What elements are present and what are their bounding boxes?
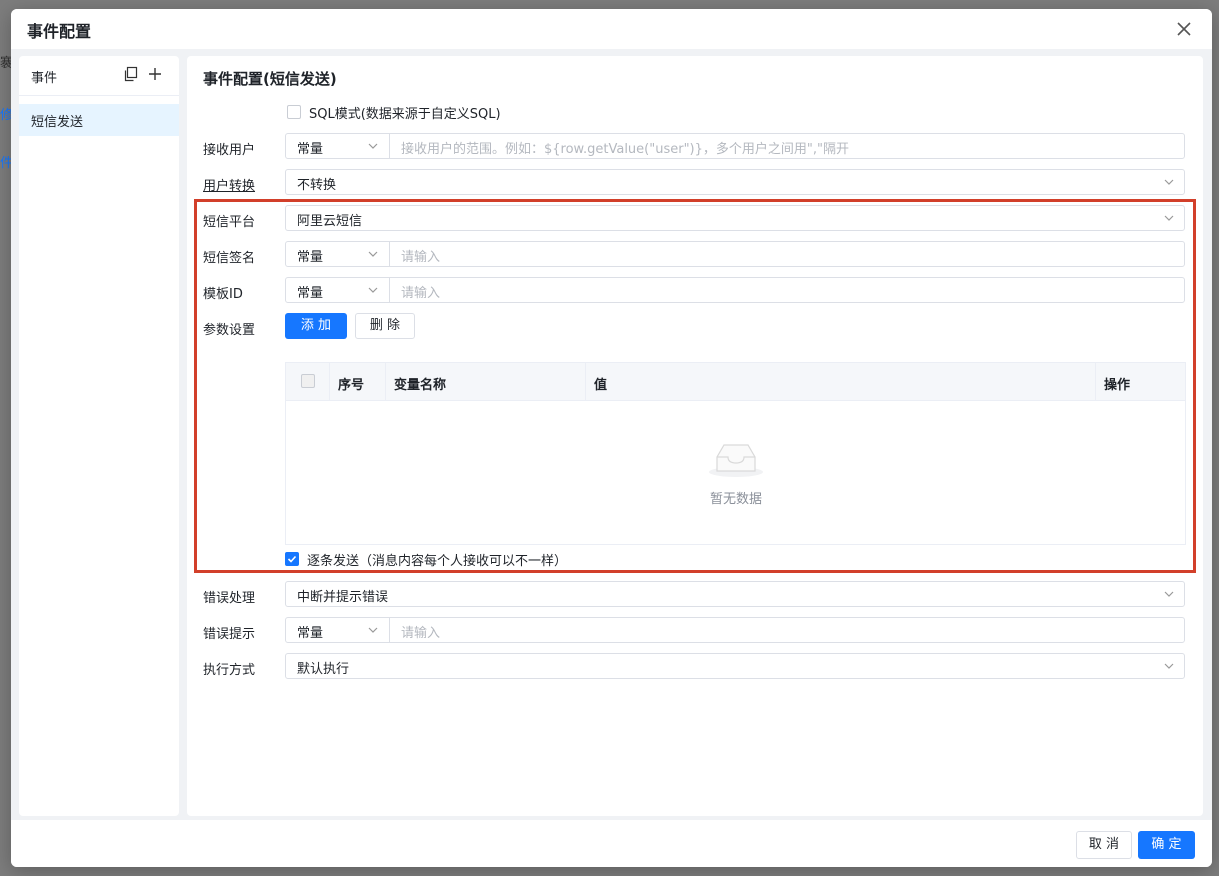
add-param-button[interactable]: 添 加 <box>285 313 347 339</box>
dialog-footer: 取 消 确 定 <box>11 820 1212 867</box>
template-id-input[interactable]: 请输入 <box>401 282 440 301</box>
receive-user-field: 常量 接收用户的范围。例如：${row.getValue("user")}，多个… <box>285 133 1185 159</box>
sql-mode-checkbox[interactable] <box>287 105 301 119</box>
event-config-form: 事件配置(短信发送) SQL模式(数据来源于自定义SQL) 接收用户 常量 接收… <box>187 56 1203 816</box>
cancel-button[interactable]: 取 消 <box>1076 831 1132 859</box>
sms-sign-type-value: 常量 <box>297 250 324 265</box>
event-list-header: 事件 <box>19 56 179 96</box>
column-divider <box>385 363 386 400</box>
column-header-actions: 操作 <box>1104 378 1131 393</box>
params-table-header: 序号 变量名称 值 操作 <box>286 363 1185 401</box>
error-prompt-input[interactable]: 请输入 <box>401 622 440 641</box>
exec-mode-label: 执行方式 <box>203 663 256 678</box>
error-prompt-type-select[interactable]: 常量 <box>286 618 390 642</box>
chevron-down-icon <box>1164 215 1174 221</box>
error-prompt-field: 常量 请输入 <box>285 617 1185 643</box>
event-list-title: 事件 <box>31 71 58 86</box>
event-config-dialog: 事件配置 事件 短信发送 事件配置(短信发送) SQL模式(数据来源于自定义SQ… <box>11 9 1212 867</box>
template-id-type-select[interactable]: 常量 <box>286 278 390 302</box>
chevron-down-icon <box>1164 591 1174 597</box>
chevron-down-icon <box>1164 179 1174 185</box>
error-handling-value: 中断并提示错误 <box>297 590 389 605</box>
user-convert-label: 用户转换 <box>203 179 256 194</box>
sql-mode-label: SQL模式(数据来源于自定义SQL) <box>309 107 501 122</box>
dialog-header: 事件配置 <box>11 9 1212 49</box>
sms-sign-type-select[interactable]: 常量 <box>286 242 390 266</box>
template-id-label: 模板ID <box>203 287 243 302</box>
confirm-button[interactable]: 确 定 <box>1138 831 1195 859</box>
select-all-checkbox[interactable] <box>301 374 315 388</box>
receive-user-label: 接收用户 <box>203 143 256 158</box>
user-convert-value: 不转换 <box>297 178 337 193</box>
send-one-by-one-label: 逐条发送（消息内容每个人接收可以不一样） <box>307 554 568 569</box>
sms-platform-select[interactable]: 阿里云短信 <box>285 205 1185 231</box>
column-divider <box>1095 363 1096 400</box>
chevron-down-icon <box>368 143 378 149</box>
column-divider <box>585 363 586 400</box>
form-section-title: 事件配置(短信发送) <box>203 70 337 88</box>
event-list-panel: 事件 短信发送 <box>19 56 179 816</box>
column-header-value: 值 <box>594 378 608 393</box>
exec-mode-select[interactable]: 默认执行 <box>285 653 1185 679</box>
params-label: 参数设置 <box>203 323 256 338</box>
sms-sign-field: 常量 请输入 <box>285 241 1185 267</box>
chevron-down-icon <box>1164 663 1174 669</box>
column-header-variable-name: 变量名称 <box>394 378 447 393</box>
error-handling-select[interactable]: 中断并提示错误 <box>285 581 1185 607</box>
sms-platform-value: 阿里云短信 <box>297 214 363 229</box>
send-one-by-one-checkbox[interactable] <box>285 552 299 566</box>
error-prompt-type-value: 常量 <box>297 626 324 641</box>
chevron-down-icon <box>368 287 378 293</box>
chevron-down-icon <box>368 251 378 257</box>
column-divider <box>329 363 330 400</box>
checkmark-icon <box>287 555 297 563</box>
receive-user-input[interactable]: 接收用户的范围。例如：${row.getValue("user")}，多个用户之… <box>401 138 849 157</box>
template-id-field: 常量 请输入 <box>285 277 1185 303</box>
receive-user-type-value: 常量 <box>297 142 324 157</box>
dialog-title: 事件配置 <box>27 22 92 41</box>
template-id-type-value: 常量 <box>297 286 324 301</box>
event-list-item-label: 短信发送 <box>31 115 84 130</box>
error-handling-label: 错误处理 <box>203 591 256 606</box>
close-icon[interactable] <box>1174 19 1194 39</box>
receive-user-type-select[interactable]: 常量 <box>286 134 390 158</box>
sms-sign-input[interactable]: 请输入 <box>401 246 440 265</box>
delete-param-button[interactable]: 删 除 <box>355 313 415 339</box>
params-table: 序号 变量名称 值 操作 暂无数据 <box>285 362 1186 545</box>
plus-icon[interactable] <box>147 66 163 82</box>
column-header-index: 序号 <box>338 378 365 393</box>
user-convert-select[interactable]: 不转换 <box>285 169 1185 195</box>
error-prompt-label: 错误提示 <box>203 627 256 642</box>
chevron-down-icon <box>368 627 378 633</box>
empty-state-text: 暂无数据 <box>710 492 763 507</box>
exec-mode-value: 默认执行 <box>297 662 350 677</box>
copy-icon[interactable] <box>123 66 139 82</box>
sms-platform-label: 短信平台 <box>203 215 256 230</box>
sms-sign-label: 短信签名 <box>203 251 256 266</box>
empty-inbox-icon <box>709 444 763 477</box>
event-list-item-sms[interactable]: 短信发送 <box>19 104 179 136</box>
